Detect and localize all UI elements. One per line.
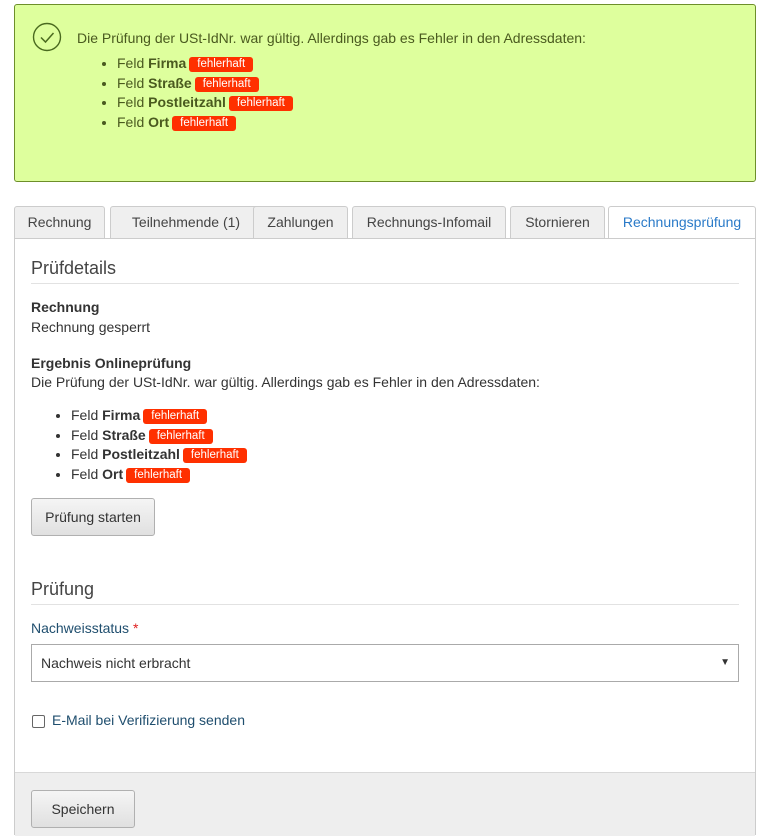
- status-badge: fehlerhaft: [228, 96, 293, 112]
- save-button[interactable]: Speichern: [31, 790, 135, 828]
- rechnung-value: Rechnung gesperrt: [31, 319, 151, 335]
- list-item: Feld Straßefehlerhaft: [71, 426, 247, 446]
- required-marker: *: [132, 620, 139, 636]
- nachweisstatus-label: Nachweisstatus *: [31, 620, 139, 636]
- status-badge: fehlerhaft: [148, 428, 213, 444]
- tab-rechnungspruefung[interactable]: Rechnungsprüfung: [608, 206, 756, 240]
- status-badge: fehlerhaft: [194, 76, 259, 92]
- email-verification-label[interactable]: E-Mail bei Verifizierung senden: [52, 712, 245, 728]
- status-badge: fehlerhaft: [126, 468, 191, 484]
- section-title-pruefdetails: Prüfdetails: [31, 258, 739, 284]
- rechnung-label: Rechnung: [31, 299, 100, 315]
- ergebnis-text: Die Prüfung der USt-IdNr. war gültig. Al…: [31, 374, 540, 390]
- list-item: Feld Firmafehlerhaft: [71, 406, 247, 426]
- status-badge: fehlerhaft: [189, 57, 254, 72]
- validation-alert: Die Prüfung der USt-IdNr. war gültig. Al…: [14, 4, 756, 182]
- tab-panel: Prüfdetails Rechnung Rechnung gesperrt E…: [14, 238, 756, 836]
- form-footer: Speichern: [15, 772, 755, 836]
- status-badge: fehlerhaft: [172, 116, 237, 132]
- list-item: Feld Ortfehlerhaft: [117, 113, 293, 133]
- list-item: Feld Straßefehlerhaft: [117, 74, 293, 94]
- email-verification-checkbox[interactable]: [32, 715, 45, 728]
- start-check-button[interactable]: Prüfung starten: [31, 498, 155, 536]
- ergebnis-label: Ergebnis Onlineprüfung: [31, 355, 192, 371]
- dropdown-arrow-icon: ▼: [720, 657, 730, 668]
- status-badge: fehlerhaft: [182, 448, 247, 464]
- select-value: Nachweis nicht erbracht: [41, 655, 191, 671]
- tab-zahlungen[interactable]: Zahlungen: [253, 206, 348, 239]
- result-field-list: Feld Firmafehlerhaft Feld Straßefehlerha…: [53, 406, 247, 485]
- check-circle-icon: [32, 22, 62, 52]
- list-item: Feld Firmafehlerhaft: [117, 54, 293, 74]
- status-badge: fehlerhaft: [143, 409, 208, 424]
- alert-message: Die Prüfung der USt-IdNr. war gültig. Al…: [77, 30, 586, 46]
- tab-teilnehmende[interactable]: Teilnehmende (1): [110, 206, 262, 239]
- tab-rechnungs-infomail[interactable]: Rechnungs-Infomail: [352, 206, 506, 239]
- alert-field-list: Feld Firmafehlerhaft Feld Straßefehlerha…: [99, 54, 293, 133]
- nachweisstatus-select[interactable]: Nachweis nicht erbracht ▼: [31, 644, 739, 682]
- list-item: Feld Ortfehlerhaft: [71, 465, 247, 485]
- list-item: Feld Postleitzahlfehlerhaft: [71, 445, 247, 465]
- tab-rechnung[interactable]: Rechnung: [14, 206, 105, 239]
- list-item: Feld Postleitzahlfehlerhaft: [117, 93, 293, 113]
- tab-stornieren[interactable]: Stornieren: [510, 206, 605, 239]
- section-title-pruefung: Prüfung: [31, 579, 739, 605]
- tab-bar: Rechnung Teilnehmende (1) Zahlungen Rech…: [14, 206, 756, 240]
